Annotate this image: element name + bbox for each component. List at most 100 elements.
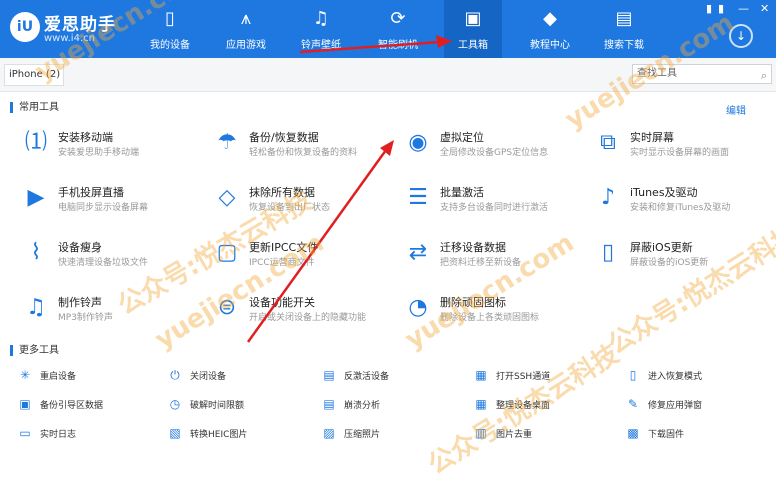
broom-icon: ⌇ (30, 240, 42, 265)
tool-name: 虚拟定位 (440, 131, 484, 144)
common-tool-item[interactable]: ▯ 屏蔽iOS更新 屏蔽设备的iOS更新 (594, 237, 776, 273)
more-tool-item[interactable]: ▤ 崩溃分析 (322, 397, 462, 413)
tool-name: 抹除所有数据 (249, 186, 315, 199)
location-pin-icon: ◉ (408, 130, 428, 155)
edit-link[interactable]: 编辑 (726, 102, 746, 117)
tool-name: 更新IPCC文件 (249, 241, 319, 254)
eraser-icon: ◇ (218, 185, 236, 210)
download-manager-icon[interactable]: ↓ (729, 24, 753, 48)
search-placeholder: 查找工具 (637, 68, 677, 79)
common-tool-item[interactable]: ⑴ 安装移动端 安装爱思助手移动端 (22, 127, 212, 163)
more-tool-name: 破解时间限额 (190, 401, 245, 411)
more-tool-name: 打开SSH通道 (496, 372, 551, 382)
nav-tutorials[interactable]: ◆ 教程中心 (526, 0, 574, 58)
device-tab[interactable]: iPhone (2) (4, 64, 64, 86)
common-tool-item[interactable]: ⌇ 设备瘦身 快速清理设备垃圾文件 (22, 237, 212, 273)
tool-description: 开启或关闭设备上的隐藏功能 (249, 313, 367, 323)
tool-description: 安装爱思助手移动端 (58, 148, 140, 158)
app-url: www.i4.cn (44, 33, 95, 44)
menu-icon[interactable]: ▮ (706, 2, 712, 15)
nav-search-download[interactable]: ▤ 搜索下载 (600, 0, 648, 58)
tool-description: 安装和修复iTunes及驱动 (630, 203, 731, 213)
more-tool-item[interactable]: ▧ 转换HEIC图片 (168, 426, 308, 442)
common-tool-item[interactable]: ⊜ 设备功能开关 开启或关闭设备上的隐藏功能 (213, 292, 403, 328)
nav-my-device[interactable]: ▯ 我的设备 (148, 0, 192, 58)
tool-description: 全局修改设备GPS定位信息 (440, 148, 549, 158)
more-tool-item[interactable]: ▯ 进入恢复模式 (626, 368, 766, 384)
screen-cast-icon: ▶ (27, 185, 45, 210)
transfer-icon: ⇄ (408, 240, 428, 265)
clock-icon: ◷ (169, 397, 181, 411)
batch-activate-icon: ☰ (408, 185, 428, 210)
tool-name: 备份/恢复数据 (249, 131, 319, 144)
common-tool-item[interactable]: ▢ 更新IPCC文件 IPCC运营商文件 (213, 237, 403, 273)
common-tool-item[interactable]: ♫ 制作铃声 MP3制作铃声 (22, 292, 212, 328)
tool-name: 批量激活 (440, 186, 484, 199)
log-icon: ▭ (19, 426, 31, 440)
nav-apps-games[interactable]: ⩚ 应用游戏 (224, 0, 268, 58)
firmware-download-icon: ▩ (627, 426, 639, 440)
common-tool-item[interactable]: ♪ iTunes及驱动 安装和修复iTunes及驱动 (594, 182, 776, 218)
common-tool-item[interactable]: ☂ 备份/恢复数据 轻松备份和恢复设备的资料 (213, 127, 403, 163)
tool-description: 支持多台设备同时进行激活 (440, 203, 549, 213)
nav-smart-flash[interactable]: ⟳ 智能刷机 (374, 0, 422, 58)
ssh-icon: ▦ (475, 368, 487, 382)
nav-ringtones-wallpapers[interactable]: ♫ 铃声壁纸 (298, 0, 344, 58)
repair-icon: ✎ (627, 397, 639, 411)
flash-icon: ⟳ (390, 8, 406, 29)
feedback-icon[interactable]: ▮ (718, 2, 724, 15)
more-tools-title: 更多工具 (10, 345, 59, 356)
tool-name: 手机投屏直播 (58, 186, 124, 199)
more-tool-name: 压缩照片 (344, 430, 381, 440)
backup-boot-icon: ▣ (19, 397, 31, 411)
tool-description: 屏蔽设备的iOS更新 (630, 258, 709, 268)
nav-toolbox[interactable]: ▣ 工具箱 (444, 0, 502, 58)
more-tool-name: 备份引导区数据 (40, 401, 104, 411)
common-tool-item[interactable]: ◇ 抹除所有数据恢复设备到出厂状态 (213, 182, 403, 218)
more-tool-name: 重启设备 (40, 372, 77, 382)
download-icon: ▤ (615, 8, 633, 29)
app-brand: 爱思助手 (44, 15, 116, 35)
more-tool-item[interactable]: ▨ 压缩照片 (322, 426, 462, 442)
music-icon: ♫ (312, 8, 330, 29)
common-tool-item[interactable]: ▶ 手机投屏直播电脑同步显示设备屏幕 (22, 182, 212, 218)
more-tool-item[interactable]: ⏻ 关闭设备 (168, 368, 308, 384)
more-tool-item[interactable]: ▩ 下载固件 (626, 426, 766, 442)
tool-description: 删除设备上各类顽固图标 (440, 313, 540, 323)
app-store-icon: ⩚ (240, 8, 252, 29)
common-tool-item[interactable]: ◔ 删除顽固图标 删除设备上各类顽固图标 (404, 292, 594, 328)
tool-name: 删除顽固图标 (440, 296, 506, 309)
more-tool-name: 反激活设备 (344, 372, 390, 382)
more-tool-item[interactable]: ▦ 整理设备桌面 (474, 397, 614, 413)
itunes-icon: ♪ (600, 185, 616, 210)
power-icon: ⏻ (170, 368, 180, 382)
common-tool-item[interactable]: ⇄ 迁移设备数据 把资料迁移至新设备 (404, 237, 594, 273)
tool-description: 把资料迁移至新设备 (440, 258, 522, 268)
crash-analysis-icon: ▤ (323, 397, 335, 411)
phone-icon: ▯ (165, 8, 175, 29)
more-tool-item[interactable]: ▣ 备份引导区数据 (18, 397, 158, 413)
graduation-cap-icon: ◆ (543, 8, 557, 29)
more-tool-item[interactable]: ◷ 破解时间限额 (168, 397, 308, 413)
common-tool-item[interactable]: ◉ 虚拟定位全局修改设备GPS定位信息 (404, 127, 594, 163)
recovery-icon: ▯ (629, 368, 637, 382)
more-tool-item[interactable]: ✳ 重启设备 (18, 368, 158, 384)
more-tool-item[interactable]: ▥ 图片去重 (474, 426, 614, 442)
more-tool-item[interactable]: ✎ 修复应用弹窗 (626, 397, 766, 413)
search-input[interactable]: 查找工具 ⌕ (632, 64, 772, 84)
tool-description: 恢复设备到出厂状态 (249, 203, 331, 213)
more-tool-name: 下载固件 (648, 430, 685, 440)
common-tool-item[interactable]: ☰ 批量激活支持多台设备同时进行激活 (404, 182, 594, 218)
search-icon: ⌕ (760, 69, 767, 82)
more-tool-item[interactable]: ▦ 打开SSH通道 (474, 368, 614, 384)
more-tool-name: 转换HEIC图片 (190, 430, 248, 440)
more-tool-item[interactable]: ▤ 反激活设备 (322, 368, 462, 384)
minimize-icon[interactable]: — (738, 2, 749, 15)
block-update-icon: ▯ (601, 240, 615, 265)
tool-name: 设备功能开关 (249, 296, 315, 309)
close-icon[interactable]: ✕ (760, 2, 769, 15)
ipcc-icon: ▢ (216, 240, 238, 265)
tool-description: 电脑同步显示设备屏幕 (58, 203, 149, 213)
common-tool-item[interactable]: ⧉ 实时屏幕 实时显示设备屏幕的画面 (594, 127, 776, 163)
more-tool-item[interactable]: ▭ 实时日志 (18, 426, 158, 442)
